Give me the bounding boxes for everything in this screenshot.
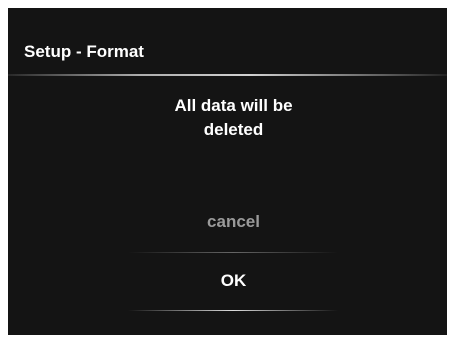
format-dialog-screen: Setup - Format All data will be deleted … <box>8 8 447 335</box>
title-divider <box>8 74 447 76</box>
warning-message-line-1: All data will be <box>174 96 293 115</box>
warning-message: All data will be deleted <box>8 94 447 142</box>
ok-button[interactable]: OK <box>8 270 447 292</box>
warning-message-line-2: deleted <box>203 120 264 139</box>
option-divider-top <box>128 252 338 253</box>
cancel-button[interactable]: cancel <box>8 211 447 233</box>
option-divider-bottom <box>128 310 338 311</box>
dialog-title: Setup - Format <box>24 42 144 61</box>
